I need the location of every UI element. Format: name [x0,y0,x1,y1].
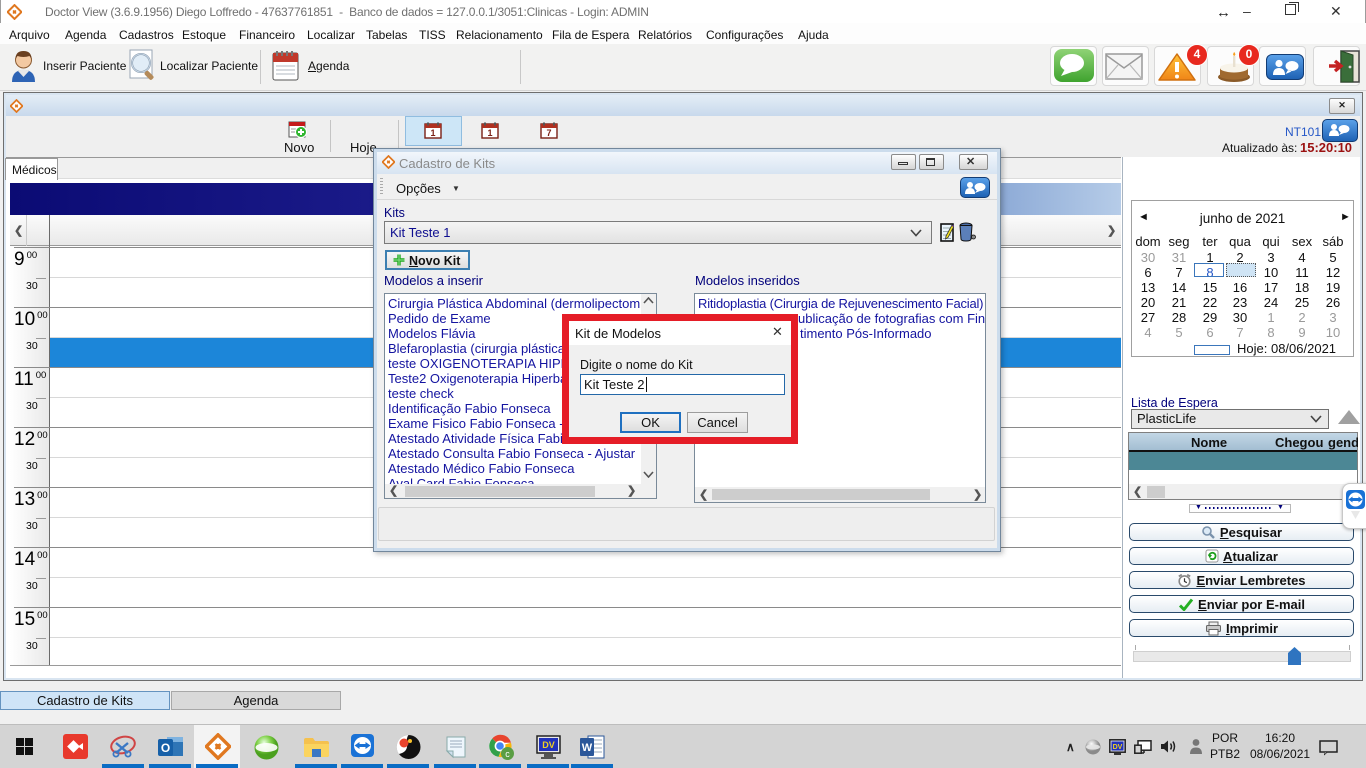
svg-text:O: O [161,741,170,755]
svg-text:1: 1 [430,128,435,138]
svg-text:DV: DV [1113,744,1123,751]
svg-text:c: c [505,749,510,759]
svg-text:7: 7 [546,128,551,138]
svg-text:W: W [582,742,593,754]
svg-text:DV: DV [542,740,555,750]
svg-text:1: 1 [487,128,492,138]
